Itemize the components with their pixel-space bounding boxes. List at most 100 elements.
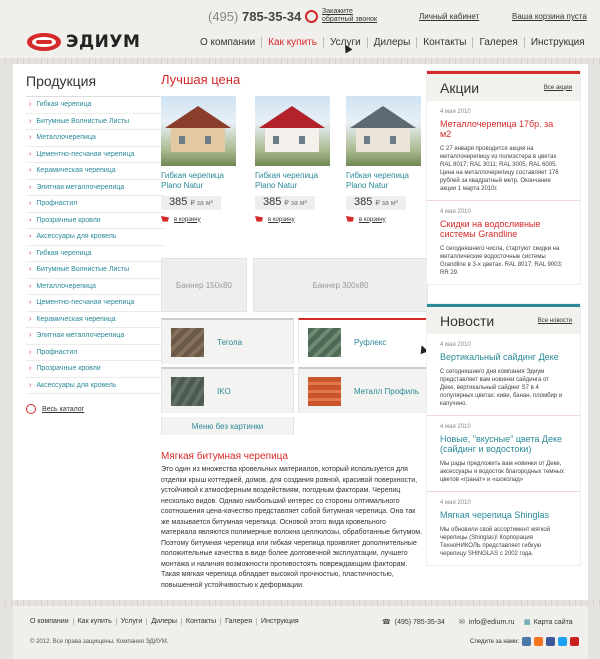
banner-small[interactable]: Баннер 150x80 — [161, 258, 247, 312]
footer-link-how-to-buy[interactable]: Как купить — [72, 618, 116, 625]
product-price: 385 ₽ за м² — [346, 196, 406, 210]
arrow-icon: › — [29, 101, 32, 109]
facebook-icon[interactable] — [546, 637, 556, 646]
nav-item-dealers[interactable]: Дилеры — [366, 37, 417, 48]
sidebar-item[interactable]: › Гибкая черепица — [26, 246, 165, 262]
tile-thumbnail — [171, 376, 204, 406]
footer-link-dealers[interactable]: Дилеры — [146, 618, 181, 625]
product-image[interactable] — [161, 96, 236, 166]
sidebar-item[interactable]: › Аксессуары для кровель — [26, 229, 165, 246]
best-price-title: Лучшая цена — [161, 72, 241, 87]
nav-item-contacts[interactable]: Контакты — [416, 37, 472, 48]
promos-title: Акции — [440, 79, 480, 96]
youtube-icon[interactable] — [570, 637, 580, 646]
promo-title[interactable]: Металлочерепица 17бр. за м2 — [440, 119, 565, 139]
banner-large[interactable]: Баннер 300x80 — [253, 258, 428, 312]
copyright: © 2012. Все права защищены. Компания ЭДИ… — [30, 639, 169, 645]
vk-icon[interactable] — [522, 637, 532, 646]
product-image[interactable] — [346, 96, 421, 166]
sidebar-item[interactable]: › Профнастил — [26, 345, 165, 361]
callback-link[interactable]: Закажите обратный звонок — [305, 8, 377, 24]
sidebar-item[interactable]: › Металлочерепица — [26, 130, 165, 147]
product-image[interactable] — [255, 96, 330, 166]
nav-item-about[interactable]: О компании — [194, 37, 261, 48]
footer-phone: ☎ (495) 785-35-34 — [382, 618, 445, 627]
mail-icon: ✉ — [459, 619, 465, 626]
sidebar-item[interactable]: › Битумные Волнистые Листы — [26, 262, 165, 279]
news-headline[interactable]: Вертикальный сайдинг Деке — [440, 352, 565, 362]
promo-title[interactable]: Скидки на водосливные системы Grandline — [440, 219, 565, 239]
brand-tile-metall-profil[interactable]: Металл Профиль — [298, 367, 431, 413]
sidebar-item[interactable]: › Цементно-песчаная черепица — [26, 295, 165, 312]
brand-tile-tegola[interactable]: Тегола — [161, 318, 294, 364]
promos-panel: Акции Все акции 4 мая 2010 Металлочерепи… — [426, 70, 581, 285]
menu-without-pictures[interactable]: Меню без картинки — [161, 417, 294, 435]
sidebar-item[interactable]: › Аксессуары для кровель — [26, 378, 165, 394]
arrow-icon: › — [29, 134, 32, 142]
product-card[interactable]: Гибкая черепица Plano Natur 385 ₽ за м² в … — [255, 96, 330, 223]
footer-link-instructions[interactable]: Инструкция — [256, 618, 303, 625]
logo-text: ЭДИУМ — [66, 32, 141, 52]
full-catalog-link[interactable]: Весь каталог — [26, 404, 165, 414]
sidebar-item[interactable]: › Гибкая черепица — [26, 97, 165, 114]
promo-date: 4 мая 2010 — [440, 209, 471, 215]
footer-email[interactable]: ✉ info@edium.ru — [459, 618, 515, 627]
follow-label: Следите за нами: — [470, 638, 520, 645]
footer-nav: О компании Как купить Услуги Дилеры Конт… — [30, 618, 303, 625]
sidebar-item[interactable]: › Керамическая черепица — [26, 312, 165, 328]
sidebar-item[interactable]: › Керамическая черепица — [26, 163, 165, 180]
account-link[interactable]: Личный кабинет — [419, 12, 479, 21]
logo[interactable]: ЭДИУМ — [27, 32, 140, 52]
add-to-cart-link[interactable]: в корзину — [346, 216, 421, 223]
sidebar-item[interactable]: › Цементно-песчаная черепица — [26, 147, 165, 163]
arrow-icon: › — [29, 200, 32, 208]
sidebar-item[interactable]: › Прозрачные кровли — [26, 213, 165, 229]
promo-item: 4 мая 2010 Скидки на водосливные системы… — [427, 201, 580, 284]
footer-link-about[interactable]: О компании — [30, 618, 73, 625]
brand-tile-ruflex[interactable]: Руфлекс — [298, 318, 431, 364]
sidebar-item[interactable]: › Элитная металлочерепица — [26, 328, 165, 345]
cart-icon — [346, 216, 354, 222]
footer-link-services[interactable]: Услуги — [115, 618, 147, 625]
product-name[interactable]: Гибкая черепица Plano Natur — [346, 171, 421, 191]
sitemap-link[interactable]: ▦ Карта сайта — [524, 618, 573, 627]
nav-item-gallery[interactable]: Галерея — [472, 37, 523, 48]
catalog-icon — [26, 404, 36, 414]
all-news-link[interactable]: Все новости — [538, 318, 572, 324]
product-name[interactable]: Гибкая черепица Plano Natur — [161, 171, 236, 191]
arrow-icon: › — [29, 332, 32, 340]
logo-icon — [27, 33, 61, 51]
arrow-icon: › — [29, 233, 32, 241]
news-item: 4 мая 2010 Мягкая черепица Shinglas Мы о… — [427, 492, 580, 565]
phone-icon — [305, 9, 318, 23]
arrow-icon: › — [29, 365, 32, 373]
all-promos-link[interactable]: Все акции — [544, 85, 572, 91]
add-to-cart-link[interactable]: в корзину — [161, 216, 236, 223]
news-body: Мы обновили свой ассортимент мягкой чере… — [440, 527, 551, 557]
nav-item-how-to-buy[interactable]: Как купить — [261, 37, 323, 48]
news-headline[interactable]: Новые, "вкусные" цвета Деке (сайдинг и в… — [440, 434, 565, 454]
sidebar-item[interactable]: › Битумные Волнистые Листы — [26, 114, 165, 130]
add-to-cart-link[interactable]: в корзину — [255, 216, 330, 223]
sidebar-item[interactable]: › Металлочерепица — [26, 279, 165, 295]
odnoklassniki-icon[interactable] — [534, 637, 544, 646]
footer-link-gallery[interactable]: Галерея — [220, 618, 256, 625]
footer-link-contacts[interactable]: Контакты — [180, 618, 220, 625]
sidebar-item[interactable]: › Профнастил — [26, 196, 165, 213]
main-nav: О компании Как купить Услуги Дилеры Конт… — [194, 37, 591, 48]
news-headline[interactable]: Мягкая черепица Shinglas — [440, 510, 565, 520]
promo-date: 4 мая 2010 — [440, 109, 471, 115]
page-content: Продукция › Гибкая черепица › Битумные Вол… — [13, 64, 588, 606]
product-card[interactable]: Гибкая черепица Plano Natur 385 ₽ за м² в … — [161, 96, 236, 223]
nav-item-instructions[interactable]: Инструкция — [523, 37, 591, 48]
brand-tile-iko[interactable]: IKO — [161, 367, 294, 413]
twitter-icon[interactable] — [558, 637, 568, 646]
product-name[interactable]: Гибкая черепица Plano Natur — [255, 171, 330, 191]
product-card[interactable]: Гибкая черепица Plano Natur 385 ₽ за м² в … — [346, 96, 421, 223]
sidebar-item[interactable]: › Элитная металлочерепица — [26, 180, 165, 196]
news-title: Новости — [440, 312, 495, 329]
news-body: Мы рады предложить вам новинки от Деке, … — [440, 461, 564, 483]
cart-link[interactable]: Ваша корзина пуста — [512, 12, 587, 21]
tile-thumbnail — [308, 376, 341, 406]
sidebar-item[interactable]: › Прозрачные кровли — [26, 361, 165, 378]
